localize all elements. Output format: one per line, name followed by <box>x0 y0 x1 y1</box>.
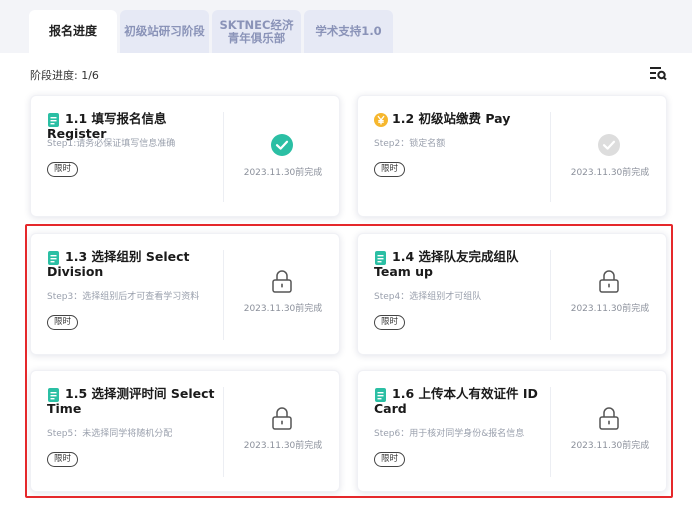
filter-search-icon[interactable] <box>648 65 668 81</box>
check-circle-icon <box>271 134 293 158</box>
tab-youth-club[interactable]: SKTNEC经济 青年俱乐部 <box>212 10 301 53</box>
card-description: Step1:请务必保证填写信息准确 <box>47 139 176 149</box>
card-divider <box>223 112 224 202</box>
step-card-register[interactable]: 1.1 填写报名信息 Register Step1:请务必保证填写信息准确 限时… <box>30 95 340 217</box>
card-divider <box>550 112 551 202</box>
stage-progress-label: 阶段进度: 1/6 <box>30 69 99 82</box>
step-card-pay[interactable]: 1.2 初级站缴费 Pay Step2：锁定名额 限时 2023.11.30前完… <box>357 95 667 217</box>
tab-label: 报名进度 <box>48 24 97 38</box>
tab-academic-support[interactable]: 学术支持1.0 <box>304 10 393 53</box>
card-deadline: 2023.11.30前完成 <box>243 168 323 178</box>
check-circle-gray-icon <box>598 134 620 158</box>
time-limited-badge: 限时 <box>374 162 405 177</box>
tab-label: 学术支持1.0 <box>315 24 382 38</box>
time-limited-badge: 限时 <box>47 162 78 177</box>
card-deadline: 2023.11.30前完成 <box>570 168 650 178</box>
highlight-box <box>25 224 673 498</box>
card-title: 1.2 初级站缴费 Pay <box>392 111 511 126</box>
tab-label: 初级站研习阶段 <box>124 24 205 38</box>
card-description: Step2：锁定名额 <box>374 139 446 149</box>
tab-label-line2: 青年俱乐部 <box>227 31 286 45</box>
tab-junior-study-stage[interactable]: 初级站研习阶段 <box>120 10 209 53</box>
tab-bar: 报名进度 初级站研习阶段 SKTNEC经济 青年俱乐部 学术支持1.0 <box>0 0 692 53</box>
tab-registration-progress[interactable]: 报名进度 <box>29 10 117 53</box>
